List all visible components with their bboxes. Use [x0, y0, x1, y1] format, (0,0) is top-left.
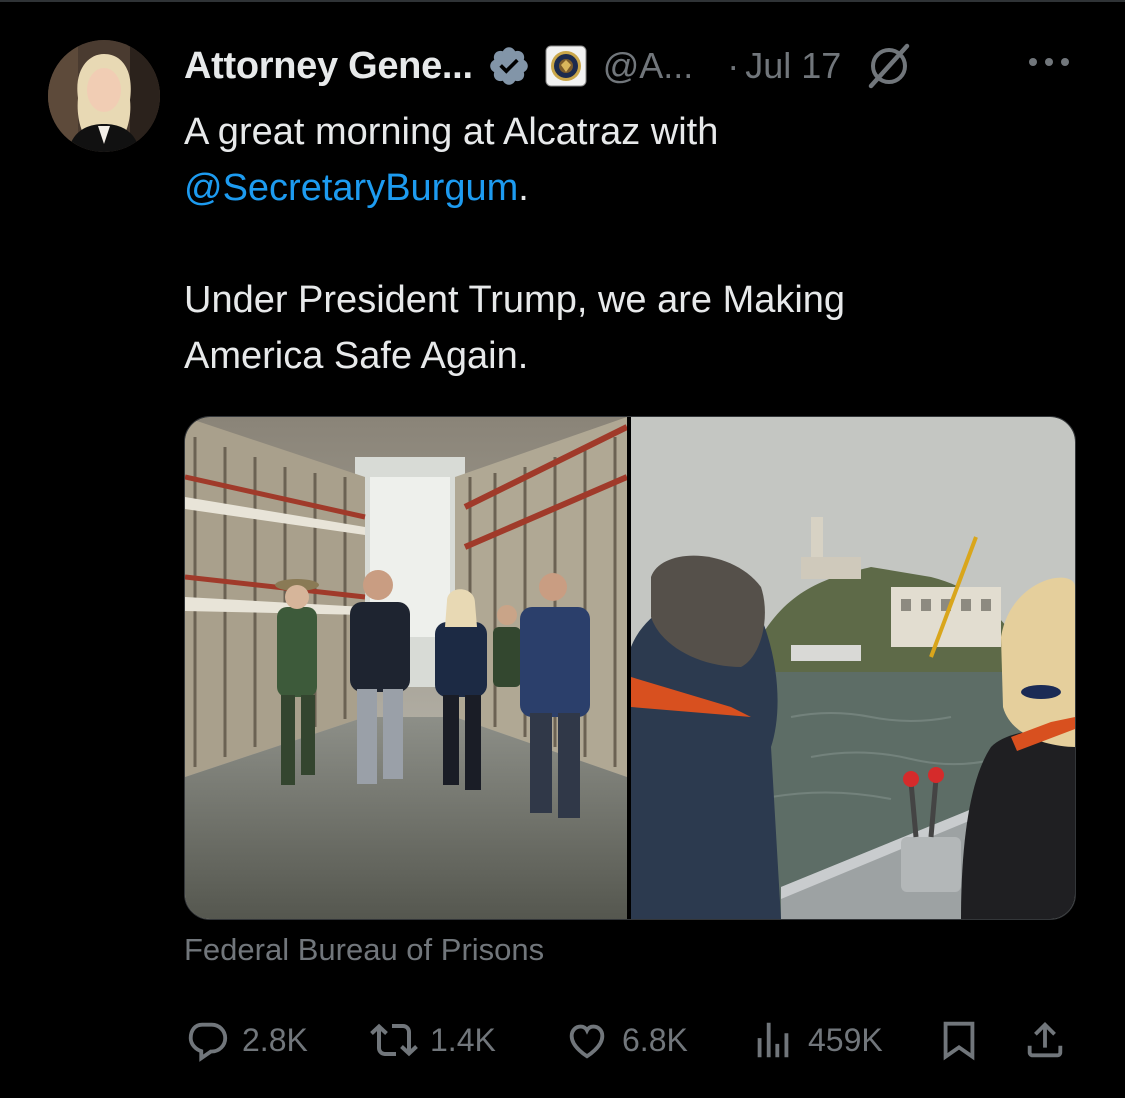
- media-source-label[interactable]: Federal Bureau of Prisons: [184, 932, 544, 968]
- avatar[interactable]: [48, 40, 160, 152]
- bookmark-button[interactable]: [936, 1010, 982, 1070]
- repost-button[interactable]: 1.4K: [370, 1010, 496, 1070]
- like-icon: [564, 1017, 610, 1063]
- separator-dot: ·: [727, 45, 740, 86]
- photo-boat[interactable]: [631, 417, 1075, 919]
- views-count: 459K: [808, 1021, 883, 1058]
- tweet-header: Attorney Gene... @A... · Jul 17: [184, 38, 913, 94]
- share-icon: [1022, 1017, 1068, 1063]
- mention-suffix: .: [518, 167, 529, 209]
- bookmark-icon: [936, 1017, 982, 1063]
- tweet-text-line: Under President Trump, we are Making: [184, 279, 846, 321]
- doj-seal-icon[interactable]: [545, 45, 587, 87]
- tweet-text-line: A great morning at Alcatraz with: [184, 111, 719, 153]
- tweet-text-line: @SecretaryBurgum.: [184, 160, 1064, 216]
- more-icon[interactable]: [1024, 50, 1074, 74]
- reply-count: 2.8K: [242, 1021, 308, 1058]
- like-count: 6.8K: [622, 1021, 688, 1058]
- top-divider: [0, 0, 1125, 2]
- action-bar: 2.8K 1.4K 6.8K 459K: [184, 1010, 1074, 1070]
- grok-icon[interactable]: [865, 42, 913, 90]
- author-handle[interactable]: @A...: [603, 45, 694, 87]
- share-button[interactable]: [1022, 1010, 1068, 1070]
- views-icon: [750, 1017, 796, 1063]
- views-button[interactable]: 459K: [750, 1010, 883, 1070]
- tweet-text: A great morning at Alcatraz with @Secret…: [184, 104, 1064, 384]
- verified-badge-icon[interactable]: [487, 44, 531, 88]
- author-name[interactable]: Attorney Gene...: [184, 45, 473, 88]
- mention-link[interactable]: @SecretaryBurgum: [184, 167, 518, 209]
- like-button[interactable]: 6.8K: [564, 1010, 688, 1070]
- repost-icon: [370, 1016, 418, 1064]
- tweet-date[interactable]: Jul 17: [745, 45, 841, 87]
- media-grid: [184, 416, 1076, 920]
- repost-count: 1.4K: [430, 1021, 496, 1058]
- reply-icon: [184, 1017, 230, 1063]
- tweet-text-line: America Safe Again.: [184, 335, 529, 377]
- photo-cellblock[interactable]: [185, 417, 629, 919]
- reply-button[interactable]: 2.8K: [184, 1010, 308, 1070]
